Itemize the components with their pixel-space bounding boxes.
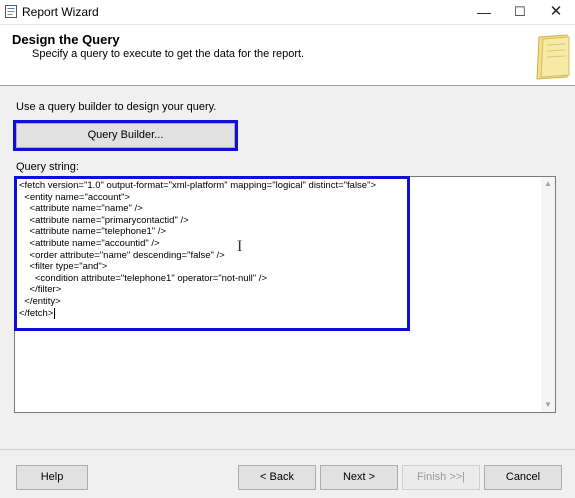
maximize-icon[interactable]: ☐ <box>502 0 538 24</box>
finish-button[interactable]: Finish >>| <box>402 465 480 490</box>
query-string-highlight <box>14 176 410 331</box>
cancel-button[interactable]: Cancel <box>484 465 562 490</box>
query-builder-highlight <box>13 120 238 151</box>
query-scrollbar[interactable]: ▲ ▼ <box>541 177 555 412</box>
back-button[interactable]: < Back <box>238 465 316 490</box>
ibeam-cursor-icon: I <box>237 238 243 255</box>
next-button[interactable]: Next > <box>320 465 398 490</box>
report-icon <box>5 5 17 18</box>
query-string-label: Query string: <box>16 161 79 173</box>
page-subtitle: Specify a query to execute to get the da… <box>32 48 305 60</box>
close-icon[interactable]: ✕ <box>538 0 574 24</box>
minimize-icon[interactable]: — <box>466 0 502 24</box>
report-wizard-window: Report Wizard — ☐ ✕ Design the Query Spe… <box>0 0 575 498</box>
wizard-document-icon <box>536 34 570 80</box>
scroll-up-icon[interactable]: ▲ <box>541 177 555 191</box>
window-title: Report Wizard <box>22 5 99 19</box>
wizard-header: Design the Query Specify a query to exec… <box>0 25 575 86</box>
scroll-down-icon[interactable]: ▼ <box>541 398 555 412</box>
query-builder-instruction: Use a query builder to design your query… <box>16 101 217 113</box>
wizard-footer: Help < Back Next > Finish >>| Cancel <box>0 449 575 498</box>
help-button[interactable]: Help <box>16 465 88 490</box>
title-bar: Report Wizard — ☐ ✕ <box>0 0 575 25</box>
page-title: Design the Query <box>12 32 120 47</box>
